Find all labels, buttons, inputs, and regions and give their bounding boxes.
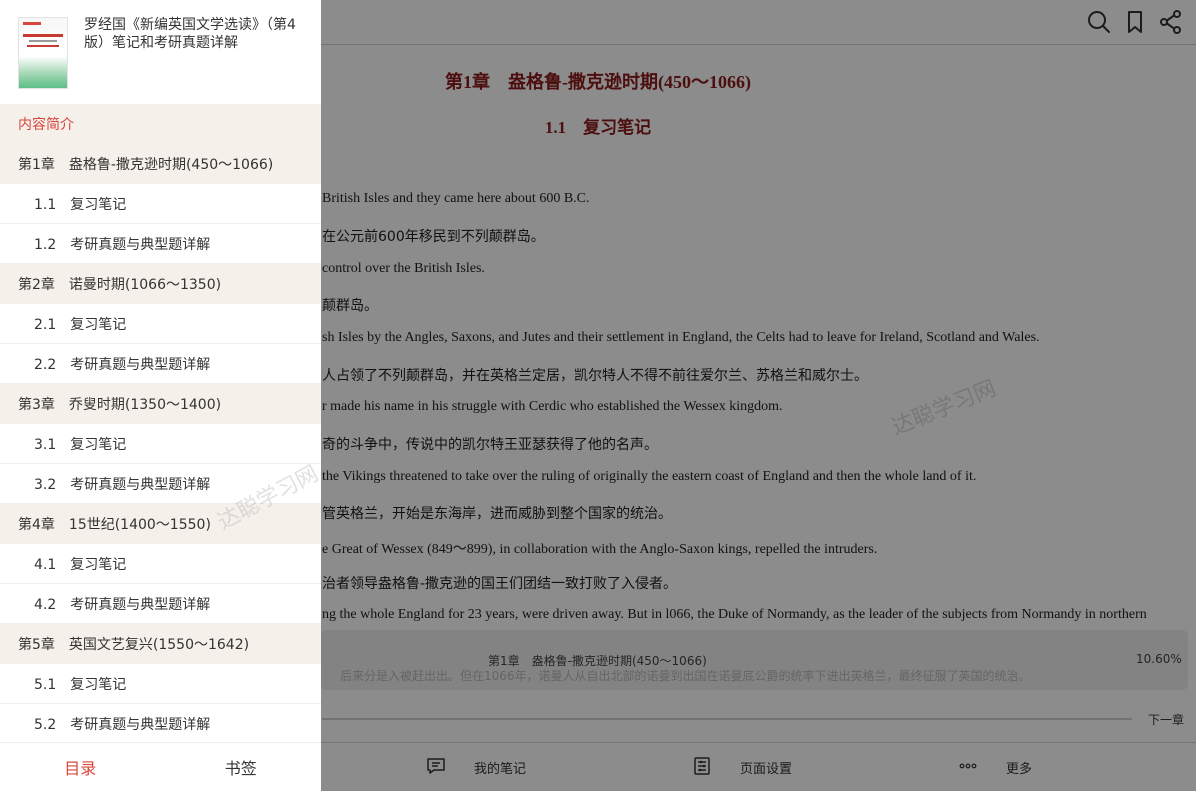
toc-section[interactable]: 3.1 复习笔记 [0, 424, 321, 464]
toc-section[interactable]: 1.1 复习笔记 [0, 184, 321, 224]
toc-section[interactable]: 1.2 考研真题与典型题详解 [0, 224, 321, 264]
toc-chapter[interactable]: 第1章 盎格鲁-撒克逊时期(450～1066) [0, 144, 321, 184]
toc-chapter[interactable]: 第5章 英国文艺复兴(1550～1642) [0, 624, 321, 664]
toc-list: 内容简介 第1章 盎格鲁-撒克逊时期(450～1066) 1.1 复习笔记 1.2 考… [0, 104, 321, 744]
toc-section[interactable]: 5.1 复习笔记 [0, 664, 321, 704]
toc-panel: 罗经国《新编英国文学选读》（第4版）笔记和考研真题详解 内容简介 第1章 盎格鲁-… [0, 0, 321, 791]
tab-bookmarks[interactable]: 书签 [161, 743, 322, 791]
book-header: 罗经国《新编英国文学选读》（第4版）笔记和考研真题详解 [0, 0, 321, 104]
toc-section[interactable]: 2.1 复习笔记 [0, 304, 321, 344]
book-title: 罗经国《新编英国文学选读》（第4版）笔记和考研真题详解 [84, 17, 296, 51]
toc-section[interactable]: 5.2 考研真题与典型题详解 [0, 704, 321, 744]
tab-contents[interactable]: 目录 [0, 743, 161, 791]
toc-chapter[interactable]: 第4章 15世纪(1400～1550) [0, 504, 321, 544]
book-cover [18, 17, 68, 89]
toc-section[interactable]: 3.2 考研真题与典型题详解 [0, 464, 321, 504]
toc-chapter[interactable]: 第3章 乔叟时期(1350～1400) [0, 384, 321, 424]
toc-intro[interactable]: 内容简介 [0, 104, 321, 144]
toc-tab-bar: 目录 书签 [0, 742, 321, 791]
toc-section[interactable]: 4.2 考研真题与典型题详解 [0, 584, 321, 624]
toc-section[interactable]: 2.2 考研真题与典型题详解 [0, 344, 321, 384]
toc-section[interactable]: 4.1 复习笔记 [0, 544, 321, 584]
toc-chapter[interactable]: 第2章 诺曼时期(1066～1350) [0, 264, 321, 304]
